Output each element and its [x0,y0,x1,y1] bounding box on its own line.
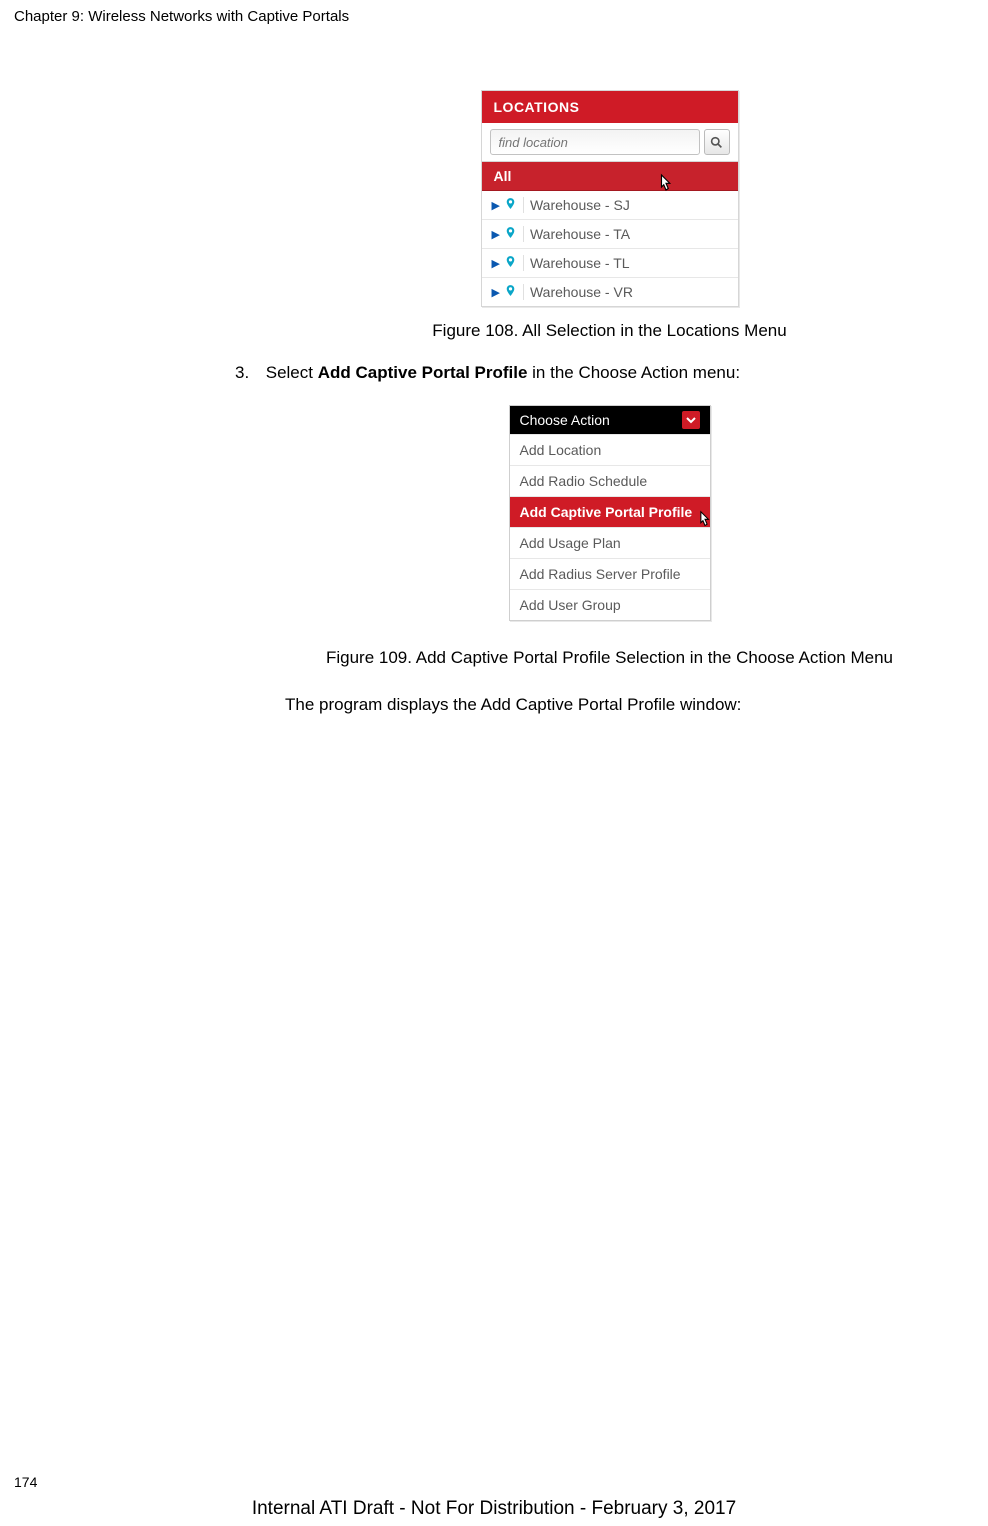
location-name: Warehouse - SJ [530,197,630,213]
location-name: Warehouse - VR [530,284,633,300]
choose-action-menu: Choose Action Add Location Add Radio Sch… [509,405,711,621]
location-name: Warehouse - TA [530,226,630,242]
list-item[interactable]: ▶ Warehouse - TA [482,220,738,249]
dropdown-arrow [682,411,700,429]
step-bold: Add Captive Portal Profile [318,363,528,382]
chapter-header: Chapter 9: Wireless Networks with Captiv… [0,0,988,25]
menu-item-add-radio-schedule[interactable]: Add Radio Schedule [510,465,710,496]
after-text: The program displays the Add Captive Por… [235,695,984,715]
location-name: Warehouse - TL [530,255,630,271]
menu-item-add-radius-server-profile[interactable]: Add Radius Server Profile [510,558,710,589]
step-number: 3. [235,363,261,383]
cursor-icon [694,509,716,531]
step-3: 3. Select Add Captive Portal Profile in … [235,363,984,383]
page-number: 174 [14,1474,37,1490]
list-item[interactable]: ▶ Warehouse - SJ [482,191,738,220]
chevron-right-icon: ▶ [492,257,500,270]
menu-item-add-location[interactable]: Add Location [510,434,710,465]
search-row [482,123,738,162]
choose-action-label: Choose Action [520,412,610,428]
search-input[interactable] [490,129,700,155]
chevron-right-icon: ▶ [492,286,500,299]
all-label: All [494,168,512,184]
pin-icon [504,283,517,301]
divider [523,197,524,213]
list-item[interactable]: ▶ Warehouse - VR [482,278,738,306]
figure-109-caption: Figure 109. Add Captive Portal Profile S… [235,647,984,669]
menu-item-add-captive-portal-profile[interactable]: Add Captive Portal Profile [510,496,710,527]
menu-item-add-user-group[interactable]: Add User Group [510,589,710,620]
step-prefix: Select [266,363,318,382]
chevron-right-icon: ▶ [492,228,500,241]
pin-icon [504,196,517,214]
menu-item-add-usage-plan[interactable]: Add Usage Plan [510,527,710,558]
search-button[interactable] [704,129,730,155]
figure-108-caption: Figure 108. All Selection in the Locatio… [235,321,984,341]
list-item[interactable]: ▶ Warehouse - TL [482,249,738,278]
divider [523,226,524,242]
pin-icon [504,225,517,243]
chevron-right-icon: ▶ [492,199,500,212]
cursor-icon [654,172,678,196]
locations-title: LOCATIONS [482,91,738,123]
menu-item-label: Add Captive Portal Profile [520,504,693,520]
divider [523,255,524,271]
pin-icon [504,254,517,272]
step-suffix: in the Choose Action menu: [527,363,740,382]
chevron-down-icon [686,415,696,425]
search-icon [710,136,723,149]
footer-text: Internal ATI Draft - Not For Distributio… [0,1498,988,1520]
choose-action-header[interactable]: Choose Action [510,406,710,434]
locations-panel: LOCATIONS All ▶ Warehouse - SJ ▶ [481,90,739,307]
location-list: ▶ Warehouse - SJ ▶ Warehouse - TA ▶ Ware… [482,191,738,306]
divider [523,284,524,300]
all-row[interactable]: All [482,162,738,191]
